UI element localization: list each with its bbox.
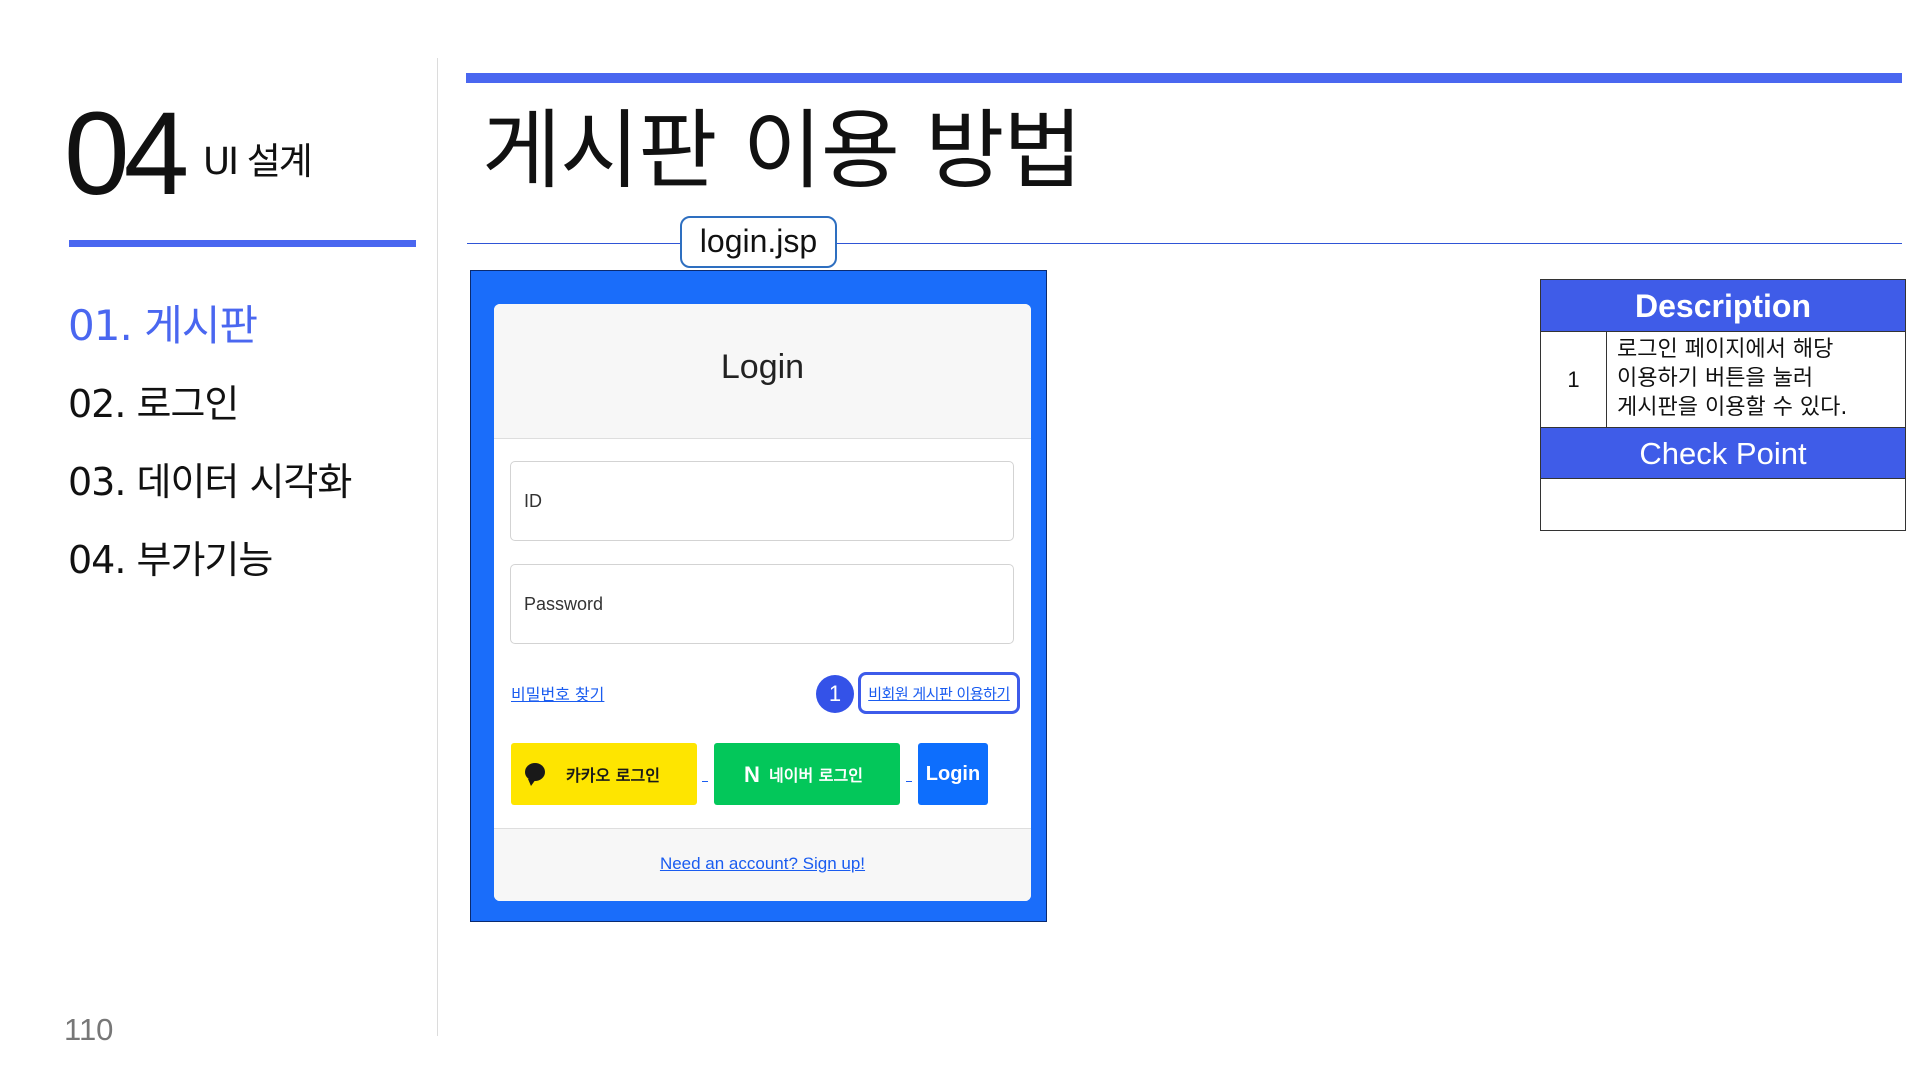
- login-card: Login ID Password 비밀번호 찾기 1 비회원 게시판 이용하기…: [494, 304, 1031, 901]
- nav-item-data-visualization[interactable]: 03. 데이터 시각화: [68, 443, 352, 521]
- checkpoint-header: Check Point: [1541, 428, 1905, 479]
- login-card-header: Login: [494, 304, 1031, 439]
- login-button[interactable]: Login: [918, 743, 988, 805]
- nav-item-login[interactable]: 02. 로그인: [68, 365, 351, 443]
- id-input[interactable]: ID: [510, 461, 1014, 541]
- id-placeholder: ID: [524, 490, 542, 511]
- description-header: Description: [1541, 280, 1905, 332]
- kakao-login-button[interactable]: 카카오 로그인: [511, 743, 697, 805]
- guest-board-link[interactable]: 비회원 게시판 이용하기: [858, 672, 1020, 714]
- vertical-divider: [437, 58, 438, 1036]
- login-card-footer: Need an account? Sign up!: [494, 828, 1031, 901]
- page-title: 게시판 이용 방법: [482, 101, 1083, 201]
- login-title: Login: [720, 348, 805, 386]
- naver-login-button[interactable]: N 네이버 로그인: [714, 743, 900, 805]
- section-name: UI 설계: [203, 140, 313, 183]
- nav-item-board[interactable]: 01. 게시판: [68, 287, 351, 365]
- password-placeholder: Password: [524, 593, 604, 614]
- description-row: 1 로그인 페이지에서 해당 이용하기 버튼을 눌러 게시판을 이용할 수 있다…: [1541, 332, 1905, 428]
- description-row-number: 1: [1541, 332, 1607, 427]
- naver-login-label: 네이버 로그인: [769, 766, 863, 785]
- naver-logo-icon: N: [744, 762, 760, 787]
- signup-link[interactable]: Need an account? Sign up!: [494, 854, 1031, 874]
- kakao-login-label: 카카오 로그인: [566, 766, 660, 785]
- checkpoint-body: [1541, 479, 1905, 530]
- section-number: 04: [64, 88, 189, 220]
- description-row-text: 로그인 페이지에서 해당 이용하기 버튼을 눌러 게시판을 이용할 수 있다.: [1617, 337, 1848, 420]
- description-table: Description 1 로그인 페이지에서 해당 이용하기 버튼을 눌러 게…: [1540, 279, 1906, 531]
- kakao-speech-icon: [525, 763, 545, 786]
- password-input[interactable]: Password: [510, 564, 1014, 644]
- guest-board-link-label: 비회원 게시판 이용하기: [868, 684, 1010, 703]
- step-marker: 1: [816, 675, 854, 713]
- divider-dash: [702, 781, 708, 782]
- section-nav: 01. 게시판 02. 로그인 03. 데이터 시각화 04. 부가기능: [68, 287, 352, 599]
- divider-dash: [906, 781, 912, 782]
- nav-item-extra-features[interactable]: 04. 부가기능: [68, 521, 351, 599]
- file-tag: login.jsp: [680, 216, 837, 268]
- section-underline: [69, 240, 416, 247]
- page-number: 110: [64, 1012, 114, 1047]
- title-top-bar: [466, 73, 1902, 83]
- forgot-password-link[interactable]: 비밀번호 찾기: [511, 681, 604, 705]
